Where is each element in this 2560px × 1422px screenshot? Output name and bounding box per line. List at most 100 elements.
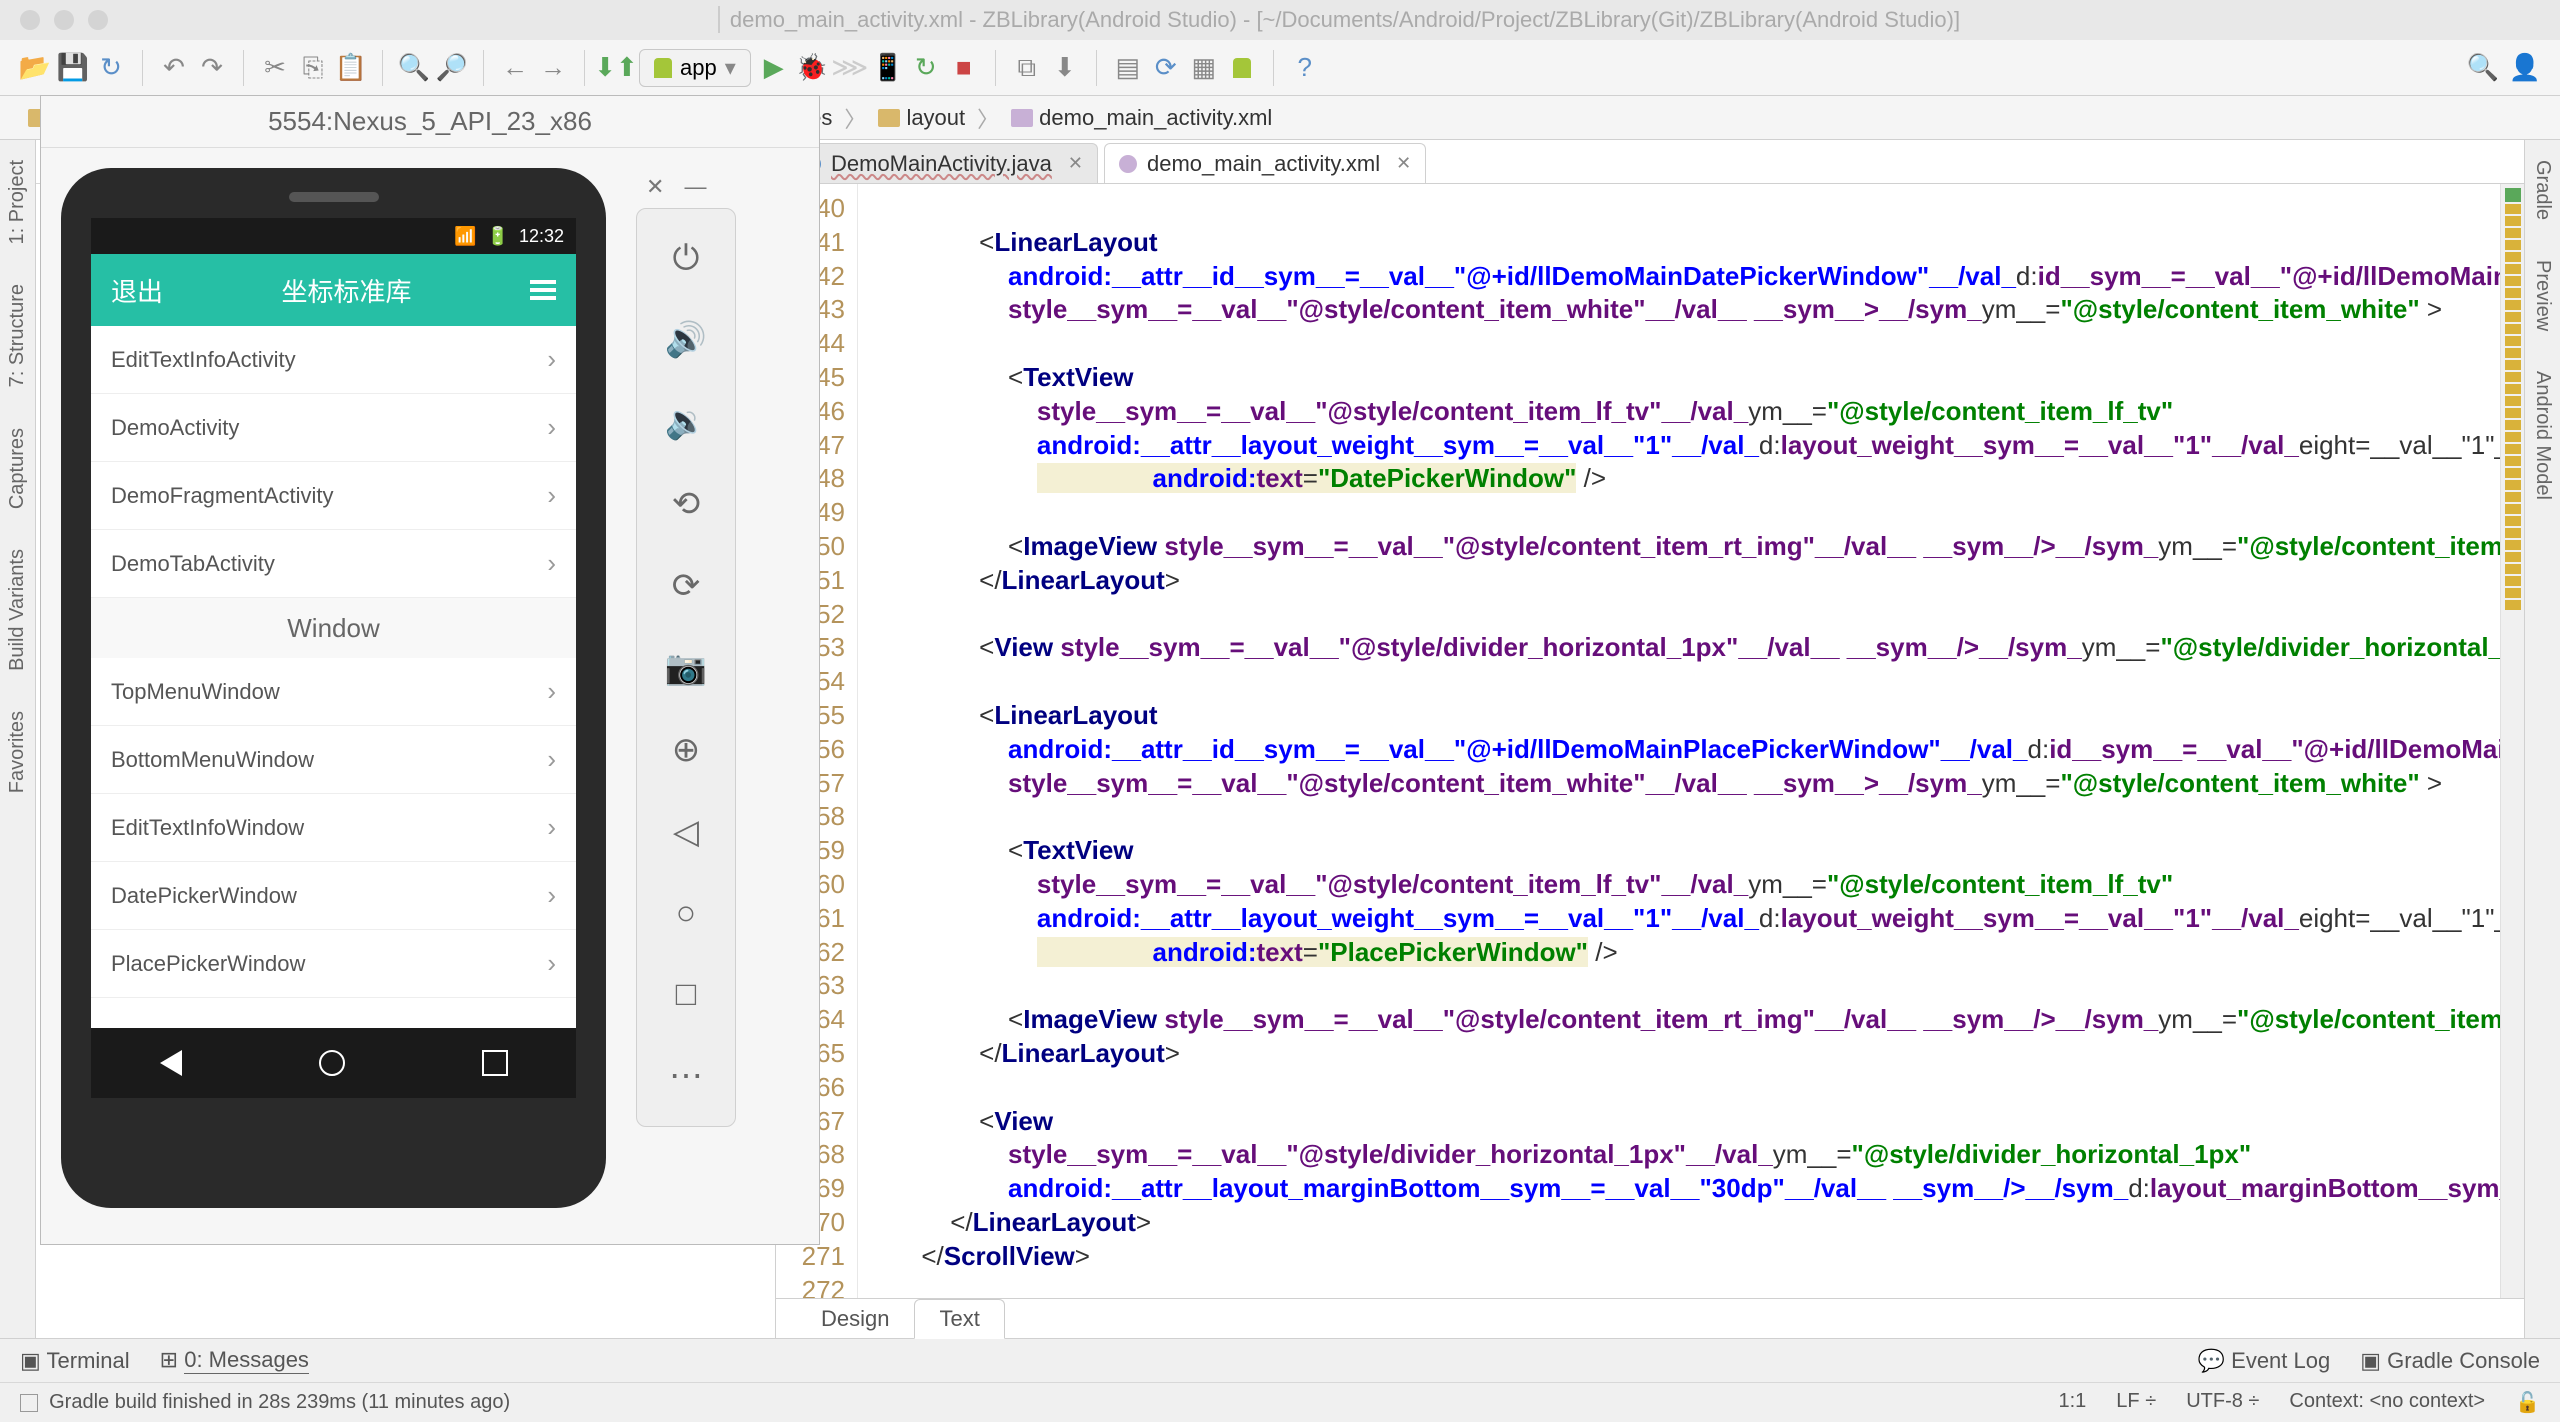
rail-tab[interactable]: 1: Project	[6, 150, 29, 254]
camera-icon[interactable]: 📷	[665, 648, 707, 688]
code-content[interactable]: <LinearLayout android:__attr__id__sym__=…	[858, 184, 2500, 1298]
gradle-console-tab[interactable]: ▣ Gradle Console	[2360, 1348, 2540, 1374]
list-item[interactable]: EditTextInfoActivity›	[91, 326, 576, 394]
stop-icon[interactable]: ■	[949, 53, 979, 83]
section-header: Window	[91, 598, 576, 658]
tab-text[interactable]: Text	[914, 1299, 1004, 1339]
editor-tabs: DemoMainActivity.java ✕ demo_main_activi…	[776, 140, 2524, 184]
messages-tab[interactable]: ⊞ 0: Messages	[160, 1347, 309, 1374]
emulator-window-controls: ✕ —	[636, 168, 746, 208]
folder-icon	[878, 109, 900, 127]
find-icon[interactable]: 🔍	[399, 53, 429, 83]
help-icon[interactable]: ?	[1290, 53, 1320, 83]
more-icon[interactable]: ⋯	[669, 1056, 703, 1096]
search-everywhere-icon[interactable]: 🔍	[2468, 53, 2498, 83]
xml-file-icon	[1119, 155, 1137, 173]
sdk-icon[interactable]: ⬇	[1050, 53, 1080, 83]
nav-recent-icon[interactable]	[482, 1050, 508, 1076]
code-editor[interactable]: 240 241 242 243 244 245 246 247 248 249 …	[776, 184, 2524, 1298]
cut-icon[interactable]: ✂	[260, 53, 290, 83]
battery-icon: 🔋	[487, 226, 509, 247]
run-icon[interactable]: ▶	[759, 53, 789, 83]
encoding[interactable]: UTF-8 ÷	[2186, 1390, 2259, 1415]
avd-icon[interactable]: ⧉	[1012, 53, 1042, 83]
profile-icon[interactable]: ⋙	[835, 53, 865, 83]
traffic-lights[interactable]	[20, 10, 108, 30]
home-icon[interactable]: ○	[676, 894, 697, 933]
breadcrumb-item[interactable]: layout	[870, 105, 973, 131]
structure-icon[interactable]: ▤	[1113, 53, 1143, 83]
paste-icon[interactable]: 📋	[336, 53, 366, 83]
chevron-right-icon: ›	[547, 480, 556, 511]
context[interactable]: Context: <no context>	[2289, 1390, 2485, 1415]
emulator-close-icon[interactable]: ✕	[646, 174, 664, 202]
nav-home-icon[interactable]	[319, 1050, 345, 1076]
android-tool-icon[interactable]	[1227, 53, 1257, 83]
nav-back-icon[interactable]	[160, 1050, 182, 1076]
chevron-right-icon: ›	[547, 412, 556, 443]
rotate-right-icon[interactable]: ⟳	[672, 566, 701, 606]
back-icon[interactable]: ◁	[673, 812, 699, 852]
marker-strip[interactable]	[2500, 184, 2524, 1298]
list-item[interactable]: DatePickerWindow›	[91, 862, 576, 930]
app-list[interactable]: EditTextInfoActivity›DemoActivity›DemoFr…	[91, 326, 576, 1028]
rail-tab[interactable]: 7: Structure	[6, 274, 29, 397]
rail-tab[interactable]: Android Model	[2531, 361, 2554, 510]
rail-tab[interactable]: Preview	[2531, 250, 2554, 341]
attach-icon[interactable]: ↻	[911, 53, 941, 83]
editor-tab-xml[interactable]: demo_main_activity.xml ✕	[1104, 143, 1426, 183]
chevron-right-icon: ›	[547, 812, 556, 843]
sync-icon[interactable]: ↻	[96, 53, 126, 83]
layout-editor-tabs: Design Text	[776, 1298, 2524, 1338]
editor-tab-java[interactable]: DemoMainActivity.java ✕	[788, 143, 1098, 183]
rotate-left-icon[interactable]: ⟲	[672, 484, 701, 524]
list-item[interactable]: DemoFragmentActivity›	[91, 462, 576, 530]
sync-gradle-icon[interactable]: ⟳	[1151, 53, 1181, 83]
close-icon[interactable]: ✕	[1396, 153, 1411, 174]
forward-icon[interactable]: →	[538, 53, 568, 83]
undo-icon[interactable]: ↶	[159, 53, 189, 83]
emulator-window[interactable]: 5554:Nexus_5_API_23_x86 📶 🔋 12:32 退出 坐标标…	[40, 95, 820, 1245]
layout-icon[interactable]: ▦	[1189, 53, 1219, 83]
user-icon[interactable]: 👤	[2510, 53, 2540, 83]
line-ending[interactable]: LF ÷	[2116, 1390, 2156, 1415]
replace-icon[interactable]: 🔎	[437, 53, 467, 83]
app-toolbar: 退出 坐标标准库	[91, 254, 576, 326]
list-item[interactable]: DemoTabActivity›	[91, 530, 576, 598]
device-icon[interactable]: 📱	[873, 53, 903, 83]
event-log-tab[interactable]: 💬 Event Log	[2198, 1348, 2331, 1374]
menu-icon[interactable]	[530, 280, 556, 300]
chevron-right-icon: ›	[547, 344, 556, 375]
list-item[interactable]: BottomMenuWindow›	[91, 726, 576, 794]
lock-icon[interactable]: 🔓	[2515, 1390, 2540, 1415]
emulator-minimize-icon[interactable]: —	[684, 174, 706, 202]
status-icon[interactable]	[20, 1394, 38, 1412]
rail-tab[interactable]: Build Variants	[6, 539, 29, 681]
list-item[interactable]: TopMenuWindow›	[91, 658, 576, 726]
rail-tab[interactable]: Gradle	[2531, 150, 2554, 230]
tab-design[interactable]: Design	[796, 1299, 914, 1339]
debug-icon[interactable]: 🐞	[797, 53, 827, 83]
list-item[interactable]: EditTextInfoWindow›	[91, 794, 576, 862]
run-config-selector[interactable]: app ▾	[639, 49, 751, 87]
list-item[interactable]: DemoActivity›	[91, 394, 576, 462]
phone-screen[interactable]: 📶 🔋 12:32 退出 坐标标准库 EditTextInfoActivity›…	[91, 218, 576, 1098]
make-icon[interactable]: ⬇⬆	[601, 53, 631, 83]
terminal-tab[interactable]: ▣ Terminal	[20, 1348, 130, 1374]
open-icon[interactable]: 📂	[20, 53, 50, 83]
rail-tab[interactable]: Favorites	[6, 701, 29, 803]
save-icon[interactable]: 💾	[58, 53, 88, 83]
power-icon[interactable]: ⏻	[673, 239, 700, 278]
volume-down-icon[interactable]: 🔉	[665, 402, 707, 442]
redo-icon[interactable]: ↷	[197, 53, 227, 83]
zoom-icon[interactable]: ⊕	[672, 730, 701, 770]
copy-icon[interactable]: ⎘	[298, 53, 328, 83]
rail-tab[interactable]: Captures	[6, 418, 29, 519]
back-icon[interactable]: ←	[500, 53, 530, 83]
overview-icon[interactable]: □	[676, 975, 697, 1014]
list-item[interactable]: PlacePickerWindow›	[91, 930, 576, 998]
volume-up-icon[interactable]: 🔊	[665, 320, 707, 360]
breadcrumb-item[interactable]: demo_main_activity.xml	[1003, 105, 1280, 131]
close-icon[interactable]: ✕	[1068, 153, 1083, 174]
back-button[interactable]: 退出	[111, 272, 163, 309]
